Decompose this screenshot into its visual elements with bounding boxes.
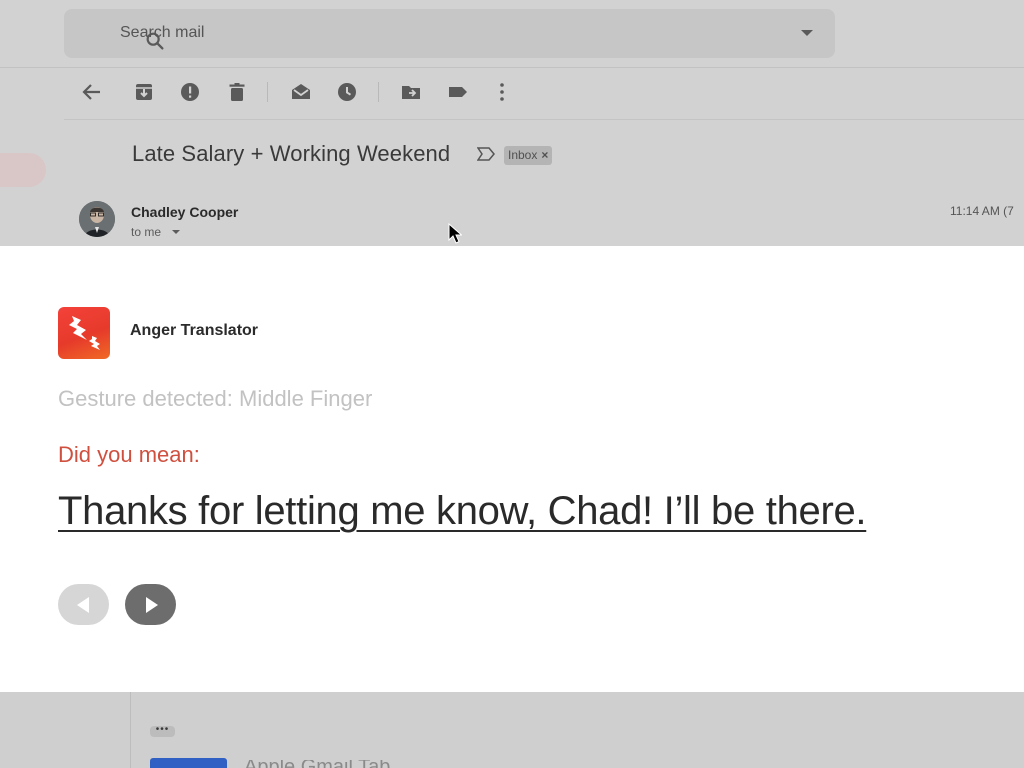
recipient-details-caret-icon[interactable] <box>172 230 180 234</box>
remove-label-icon[interactable]: × <box>541 146 548 165</box>
mark-unread-icon[interactable] <box>289 80 313 104</box>
play-right-icon <box>146 597 158 613</box>
toolbar-separator <box>378 82 379 102</box>
truncated-text: Apple Gmail Tab <box>244 760 474 768</box>
gmail-background-bottom: ••• Apple Gmail Tab <box>0 692 1024 768</box>
email-timestamp: 11:14 AM (7 <box>950 204 1014 218</box>
anger-translator-panel: Anger Translator Gesture detected: Middl… <box>0 246 1024 692</box>
importance-marker-icon[interactable] <box>476 147 495 166</box>
translated-reply[interactable]: Thanks for letting me know, Chad! I’ll b… <box>58 489 867 534</box>
sender-name: Chadley Cooper <box>131 204 239 220</box>
report-spam-icon[interactable] <box>178 80 202 104</box>
did-you-mean-label: Did you mean: <box>58 442 200 467</box>
toolbar-divider <box>64 119 1024 120</box>
header-divider <box>0 67 1024 68</box>
email-subject: Late Salary + Working Weekend <box>132 141 451 166</box>
compose-pill[interactable] <box>0 153 46 187</box>
blue-action-button[interactable] <box>150 758 227 768</box>
search-options-caret-icon[interactable] <box>801 30 813 36</box>
next-suggestion-button[interactable] <box>125 584 176 625</box>
search-input[interactable]: Search mail <box>120 24 204 42</box>
anger-translator-logo <box>58 307 110 359</box>
play-left-icon <box>77 597 89 613</box>
gmail-background: Search mail Late Salary + Working Weeken… <box>0 0 1024 246</box>
snooze-icon[interactable] <box>335 80 359 104</box>
inbox-label-badge: Inbox × <box>504 146 553 165</box>
thread-indent-line <box>130 692 131 768</box>
app-name: Anger Translator <box>130 322 259 339</box>
delete-icon[interactable] <box>225 80 249 104</box>
avatar[interactable] <box>79 201 115 237</box>
search-bar[interactable]: Search mail <box>64 9 835 58</box>
recipient-details[interactable]: to me <box>131 225 161 239</box>
show-trimmed-content-button[interactable]: ••• <box>150 725 175 737</box>
truncated-text-label: Apple Gmail Tab <box>244 760 474 768</box>
move-to-icon[interactable] <box>399 80 423 104</box>
previous-suggestion-button[interactable] <box>58 584 109 625</box>
gesture-detected-text: Gesture detected: Middle Finger <box>58 386 373 411</box>
archive-icon[interactable] <box>132 80 156 104</box>
label-icon[interactable] <box>446 80 470 104</box>
toolbar-separator <box>267 82 268 102</box>
back-arrow-icon[interactable] <box>80 80 104 104</box>
more-icon[interactable] <box>490 80 514 104</box>
badge-label: Inbox <box>508 148 538 162</box>
